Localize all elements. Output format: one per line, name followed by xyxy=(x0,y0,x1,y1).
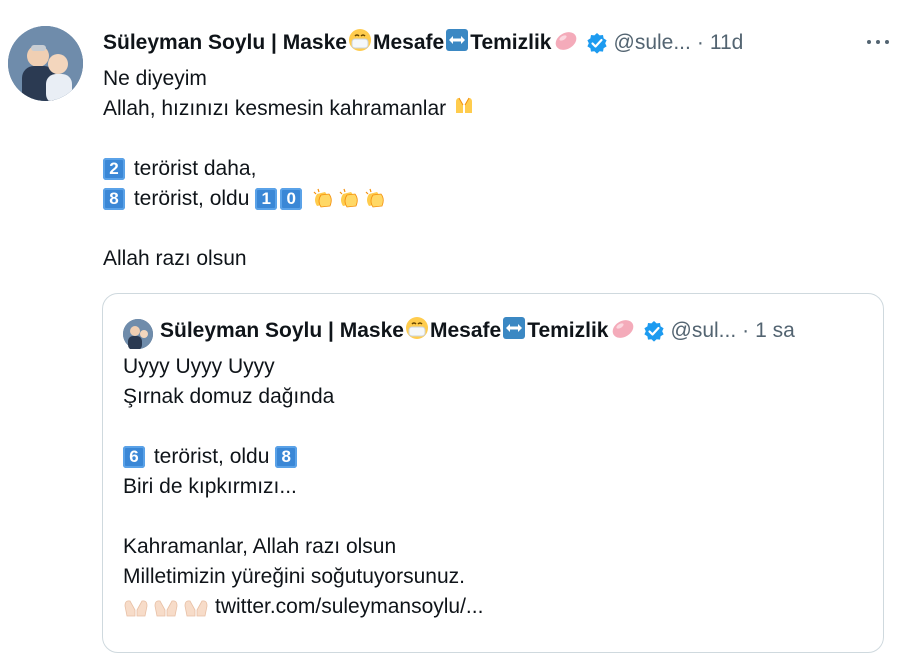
timestamp[interactable]: 11d xyxy=(710,31,743,55)
tweet-line: 2 terörist daha, xyxy=(103,154,476,184)
keycap-icon: 6 xyxy=(123,446,145,468)
palms-icons xyxy=(123,596,209,618)
quoted-line: Şırnak domuz dağında xyxy=(123,384,335,408)
keycap-icon: 1 xyxy=(255,188,278,210)
tweet-line: 8 terörist, oldu 1 0 xyxy=(103,184,476,214)
clapping-hands-icon xyxy=(311,188,335,210)
separator-dot: · xyxy=(742,319,750,342)
verified-badge-icon xyxy=(586,32,608,54)
quoted-header: Süleyman Soylu | Maske Mesafe Temizlik @… xyxy=(160,316,869,346)
palms-up-icon xyxy=(184,600,208,617)
more-icon[interactable] xyxy=(867,36,889,48)
tweet[interactable]: Süleyman Soylu | Maske Mesafe Temizlik @… xyxy=(0,0,923,653)
palms-up-icon xyxy=(154,600,178,617)
quoted-line: Biri de kıpkırmızı... xyxy=(123,474,297,498)
author-name-part-1: Süleyman Soylu | Maske xyxy=(103,31,347,54)
keycap-icon: 2 xyxy=(103,158,125,180)
author-name-part-2: Mesafe xyxy=(372,31,445,54)
clapping-hands-icon xyxy=(337,188,361,210)
quoted-text: Uyyy Uyyy Uyyy Şırnak domuz dağında 6 te… xyxy=(123,352,483,622)
tweet-line: Ne diyeyim xyxy=(103,67,207,90)
quoted-line: 6 terörist, oldu 8 xyxy=(123,442,483,472)
clapping-hands-icon xyxy=(363,188,387,210)
keycap-icon: 8 xyxy=(275,446,298,468)
quoted-avatar[interactable] xyxy=(123,319,153,350)
tweet-line: Allah, hızınızı kesmesin kahramanlar xyxy=(103,94,476,124)
separator-dot: · xyxy=(696,31,704,54)
soap-icon xyxy=(553,28,579,58)
mask-face-icon xyxy=(348,28,372,58)
left-right-arrow-icon xyxy=(502,316,526,346)
quoted-timestamp[interactable]: 1 sa xyxy=(755,319,795,343)
quoted-tweet[interactable]: Süleyman Soylu | Maske Mesafe Temizlik @… xyxy=(102,293,884,653)
quoted-name-part-1: Süleyman Soylu | Maske xyxy=(160,319,404,342)
quoted-link[interactable]: twitter.com/suleymansoylu/... xyxy=(215,592,483,623)
author-name[interactable]: Süleyman Soylu | Maske Mesafe Temizlik xyxy=(103,28,580,58)
tweet-text: Ne diyeyim Allah, hızınızı kesmesin kahr… xyxy=(103,64,476,274)
quoted-author-name[interactable]: Süleyman Soylu | Maske Mesafe Temizlik xyxy=(160,316,637,346)
quoted-line: Milletimizin yüreğini soğutuyorsunuz. xyxy=(123,564,465,588)
folded-hands-icon xyxy=(452,93,476,126)
tweet-line: Allah razı olsun xyxy=(103,247,247,270)
keycap-icon: 0 xyxy=(280,188,303,210)
author-handle[interactable]: @sule... xyxy=(614,31,691,55)
quoted-line: Uyyy Uyyy Uyyy xyxy=(123,354,275,378)
verified-badge-icon xyxy=(643,320,665,342)
avatar[interactable] xyxy=(8,26,83,101)
quoted-name-part-2: Mesafe xyxy=(429,319,502,342)
keycap-icon: 8 xyxy=(103,188,125,210)
quoted-line: twitter.com/suleymansoylu/... xyxy=(123,592,483,622)
palms-up-icon xyxy=(124,600,148,617)
author-name-part-3: Temizlik xyxy=(470,31,552,54)
quoted-name-part-3: Temizlik xyxy=(527,319,609,342)
left-right-arrow-icon xyxy=(445,28,469,58)
soap-icon xyxy=(610,316,636,346)
quoted-line: Kahramanlar, Allah razı olsun xyxy=(123,534,397,558)
mask-face-icon xyxy=(405,316,429,346)
tweet-header: Süleyman Soylu | Maske Mesafe Temizlik @… xyxy=(103,28,899,58)
quoted-handle[interactable]: @sul... xyxy=(671,319,737,343)
